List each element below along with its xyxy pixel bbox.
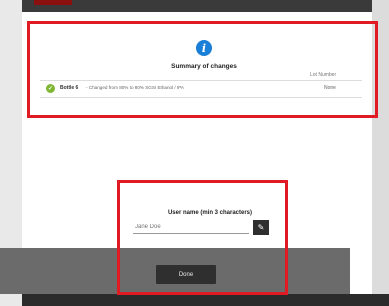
lot-number-value: None [324, 85, 336, 91]
row-divider-top [40, 80, 362, 81]
info-icon: i [196, 40, 212, 56]
row-divider-bottom [40, 97, 362, 98]
bottle-label: Bottle 6 [60, 85, 79, 91]
summary-title: Summary of changes [171, 63, 237, 70]
change-description: - Changed from 80% to 80% SGSI Ethanol /… [86, 85, 184, 90]
username-label: User name (min 3 characters) [167, 210, 253, 216]
pencil-icon: ✎ [257, 223, 265, 232]
background-bottom-bar [22, 294, 389, 306]
background-right [372, 0, 389, 306]
lot-number-header: Lot Number [310, 72, 337, 78]
done-button[interactable]: Done [156, 265, 216, 284]
edit-username-button[interactable]: ✎ [253, 220, 269, 235]
top-bar-accent [34, 0, 72, 5]
dialog-top-bar [22, 0, 372, 12]
check-circle-icon: ✓ [46, 84, 55, 93]
username-input[interactable] [133, 220, 249, 234]
